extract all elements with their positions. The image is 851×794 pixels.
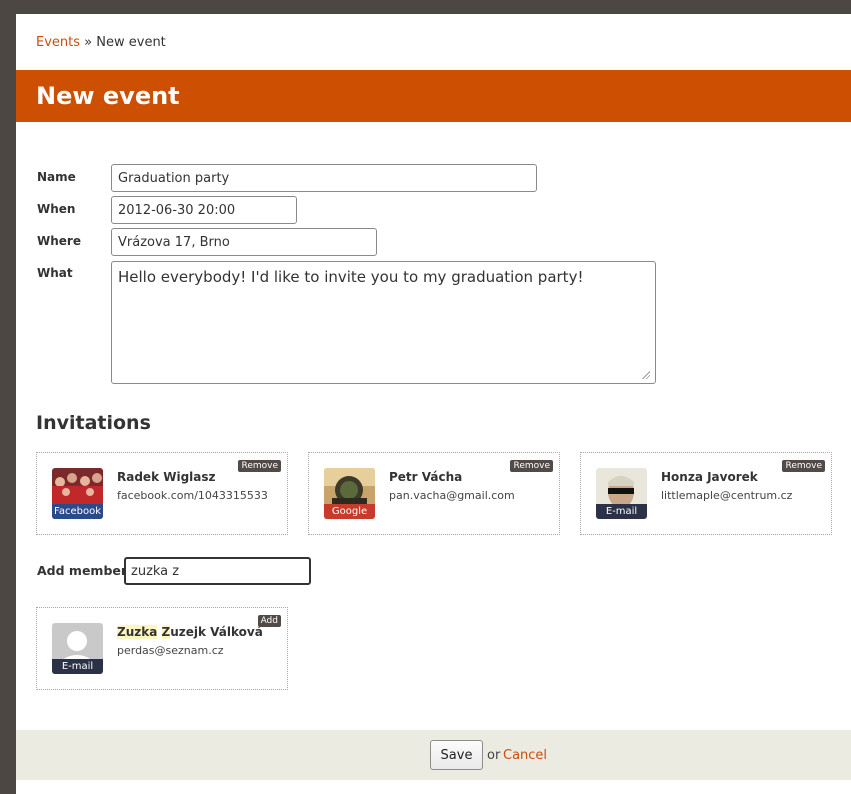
where-input[interactable] (111, 228, 377, 256)
add-button[interactable]: Add (257, 615, 281, 627)
avatar: E-mail (52, 623, 103, 674)
invitation-card: Google Petr Vácha pan.vacha@gmail.com Re… (308, 452, 560, 535)
invitation-card: Facebook Radek Wiglasz facebook.com/1043… (36, 452, 288, 535)
match-highlight: Zuzka (117, 625, 158, 639)
remove-button[interactable]: Remove (238, 460, 281, 472)
search-result-card[interactable]: E-mail Zuzka Zuzejk Válková perdas@sezna… (36, 607, 288, 690)
what-textarea-wrapper: Hello everybody! I'd like to invite you … (111, 261, 656, 384)
name-rest: uzejk Válková (170, 625, 263, 639)
remove-button[interactable]: Remove (510, 460, 553, 472)
resize-grip-icon[interactable] (640, 369, 650, 379)
where-label: Where (37, 234, 81, 248)
result-name: Zuzka Zuzejk Válková (117, 625, 263, 639)
breadcrumb-separator: » (84, 35, 93, 50)
add-member-input[interactable] (124, 557, 311, 585)
name-separator (157, 625, 161, 639)
invitee-contact: pan.vacha@gmail.com (389, 489, 515, 502)
remove-button[interactable]: Remove (782, 460, 825, 472)
form-footer: Save or Cancel (16, 730, 851, 780)
source-tag-email: E-mail (52, 659, 103, 674)
avatar: E-mail (596, 468, 647, 519)
invitee-name: Honza Javorek (661, 470, 758, 484)
source-tag-facebook: Facebook (52, 504, 103, 519)
invitee-contact: littlemaple@centrum.cz (661, 489, 793, 502)
cancel-link[interactable]: Cancel (503, 748, 547, 763)
invitee-name: Radek Wiglasz (117, 470, 216, 484)
page-header-banner: New event (16, 70, 851, 122)
save-button[interactable]: Save (430, 740, 483, 770)
invitations-heading: Invitations (36, 412, 151, 434)
breadcrumb-events-link[interactable]: Events (36, 35, 80, 50)
when-label: When (37, 202, 76, 216)
what-label: What (37, 266, 73, 280)
name-input[interactable] (111, 164, 537, 192)
name-label: Name (37, 170, 76, 184)
what-textarea[interactable]: Hello everybody! I'd like to invite you … (111, 261, 656, 384)
page-container: Events » New event New event Name When W… (16, 14, 851, 794)
source-tag-google: Google (324, 504, 375, 519)
result-contact: perdas@seznam.cz (117, 644, 224, 657)
source-tag-email: E-mail (596, 504, 647, 519)
breadcrumb-current: New event (96, 35, 166, 50)
when-input[interactable] (111, 196, 297, 224)
avatar: Google (324, 468, 375, 519)
invitation-card: E-mail Honza Javorek littlemaple@centrum… (580, 452, 832, 535)
add-member-label: Add member (37, 563, 128, 578)
breadcrumb: Events » New event (36, 35, 166, 50)
avatar: Facebook (52, 468, 103, 519)
or-text: or (487, 748, 501, 763)
invitee-contact: facebook.com/1043315533 (117, 489, 268, 502)
page-title: New event (36, 82, 180, 110)
match-highlight: Z (161, 625, 171, 639)
invitee-name: Petr Vácha (389, 470, 463, 484)
